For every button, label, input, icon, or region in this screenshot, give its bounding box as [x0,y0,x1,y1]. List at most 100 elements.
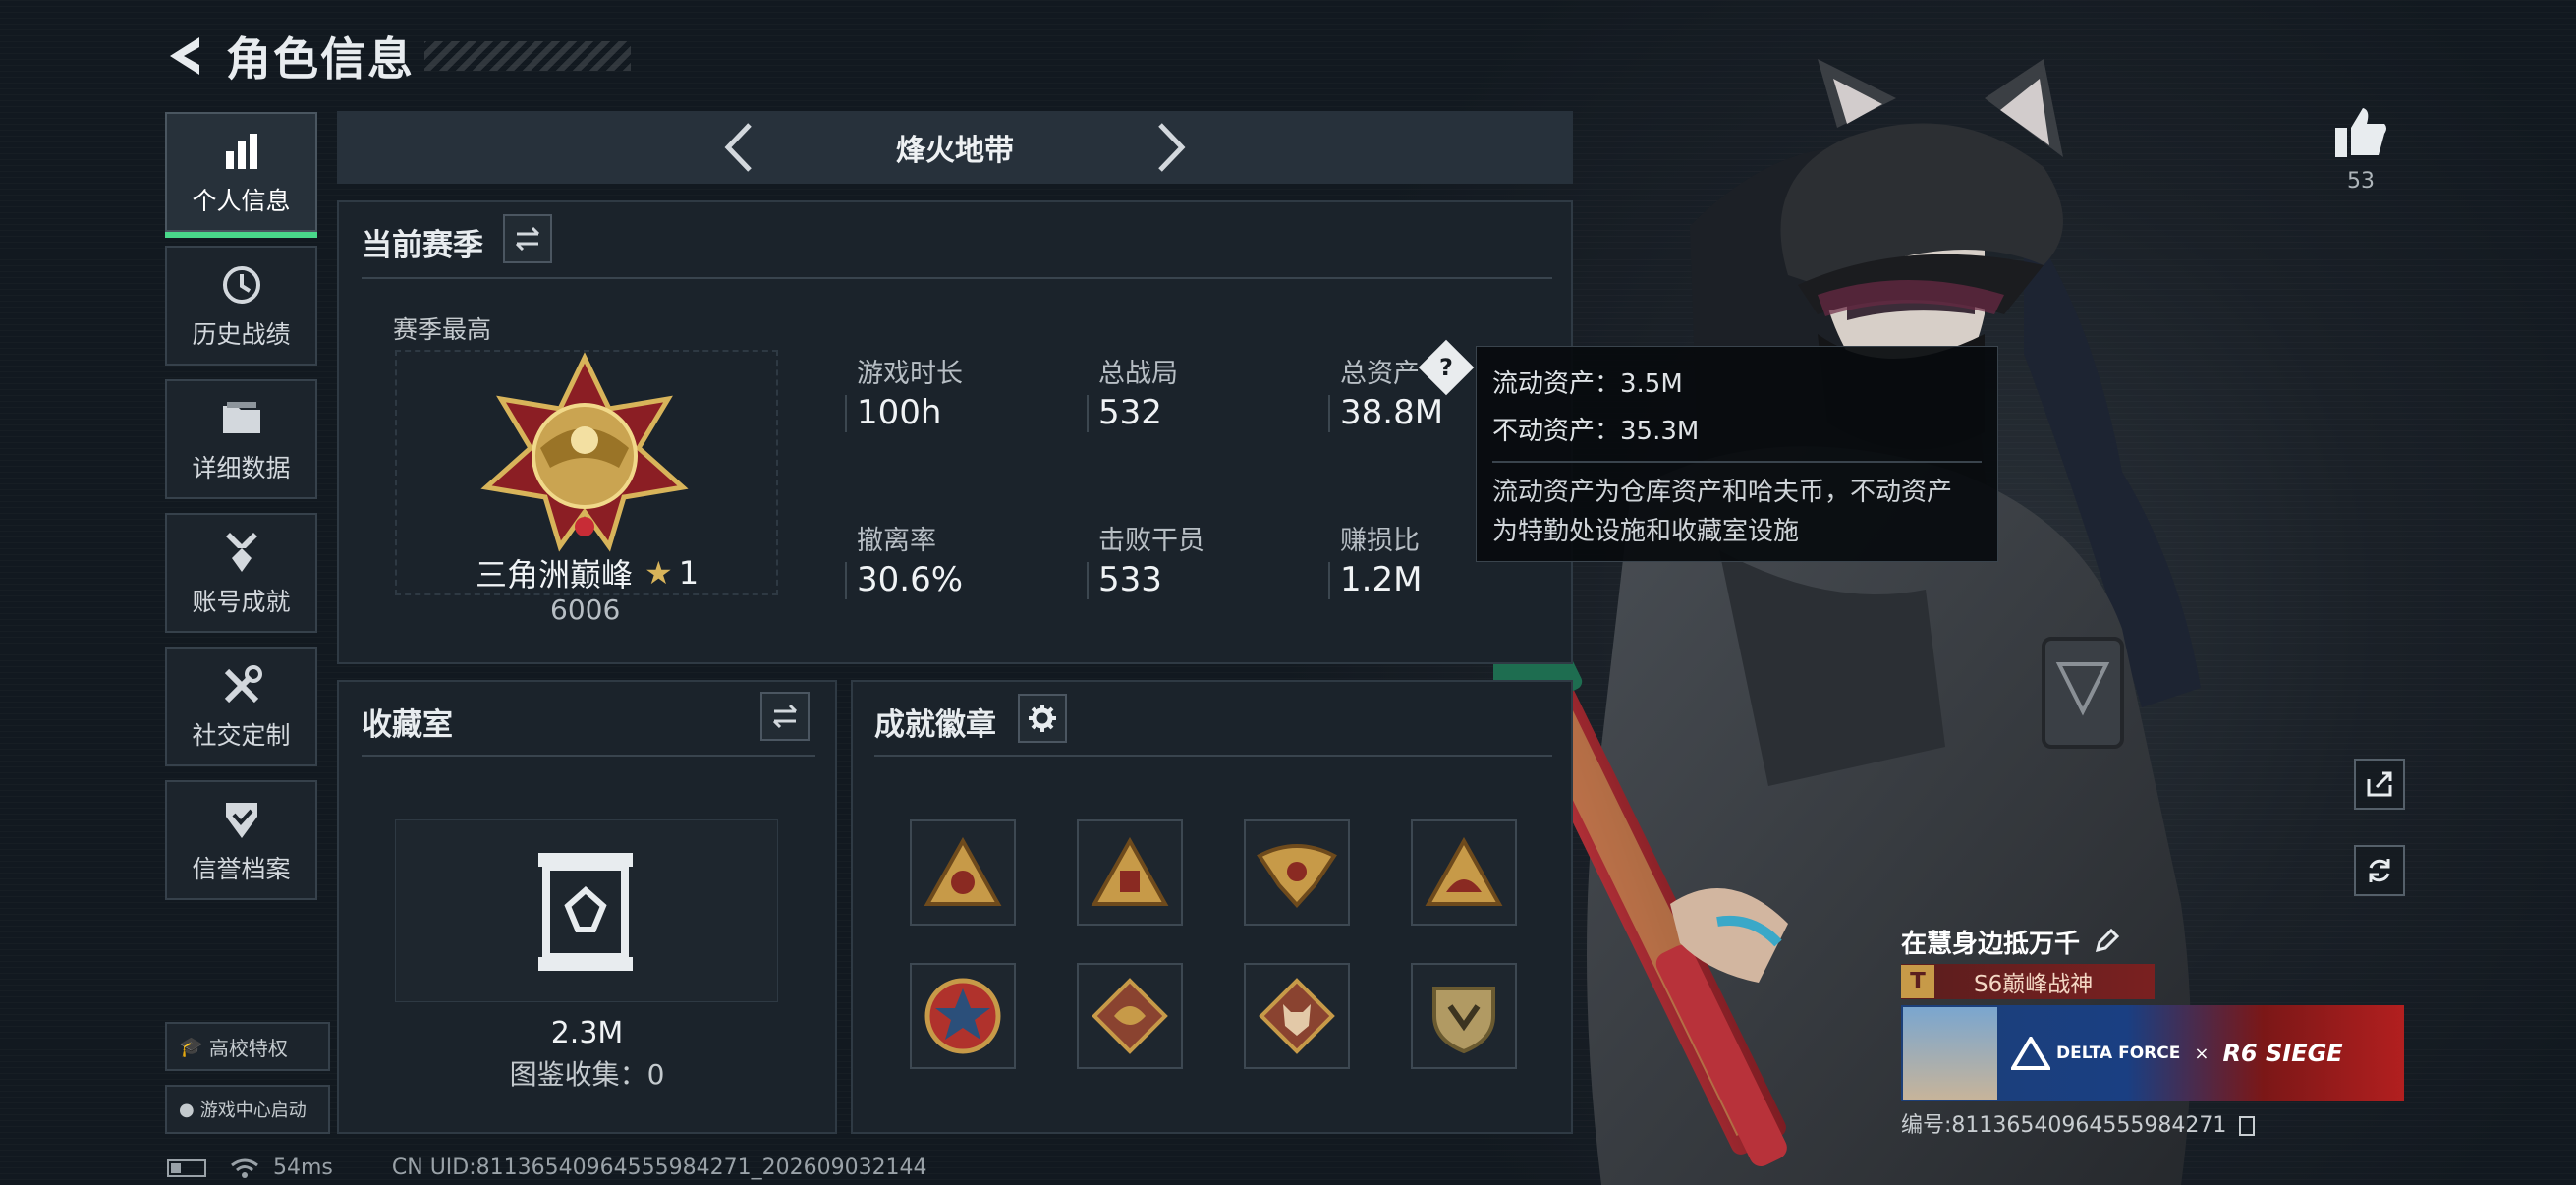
campus-privilege-button[interactable]: 🎓 高校特权 [165,1022,330,1071]
collection-switch-button[interactable] [760,692,810,741]
refresh-icon [2369,859,2390,882]
banner-x: × [2194,1043,2210,1064]
like-count: 53 [2347,169,2375,194]
swap-icon [772,704,798,729]
rank-name: 三角洲巅峰 [476,556,634,593]
badge-slot[interactable] [910,819,1016,926]
swap-icon [515,226,540,252]
chevron-left-icon [724,123,752,172]
dragon-badge-icon [1092,978,1168,1054]
sidebar-item-history[interactable]: 历史战绩 [165,246,317,366]
triangle-badge-icon [924,837,1002,906]
penguin-icon: ● [179,1099,195,1120]
stat-divider [845,395,847,432]
sidebar-item-label: 历史战绩 [192,320,291,349]
sidebar-item-achievements[interactable]: 账号成就 [165,513,317,633]
tools-icon [217,661,266,710]
badge-slot[interactable] [1244,819,1350,926]
sidebar-item-detailed-data[interactable]: 详细数据 [165,379,317,499]
sidebar-item-label: 信誉档案 [192,855,291,883]
stat-value-matches: 532 [1098,393,1162,432]
status-bar: 54ms CN UID:81136540964555984271_2026090… [167,1156,927,1180]
header-bar: 角色信息 [157,22,631,90]
game-center-button[interactable]: ● 游戏中心启动 [165,1085,330,1134]
title-decoration [424,41,631,71]
sidebar-item-personal-info[interactable]: 个人信息 [165,112,317,238]
like-button[interactable]: 53 [2330,106,2391,194]
chevron-right-icon [1158,123,1186,172]
question-icon: ? [1439,353,1453,381]
title-tag-label: S6巅峰战神 [1974,972,2094,997]
stat-label-profit-ratio: 赚损比 [1340,526,1420,556]
shield-badge-icon [1432,987,1495,1054]
player-name: 在慧身边抵万千 [1901,929,2081,959]
sidebar-item-label: 个人信息 [192,187,291,215]
folder-icon [217,394,266,443]
stat-value-playtime: 100h [857,393,942,432]
badges-settings-button[interactable] [1018,694,1067,743]
stat-divider [1087,395,1089,432]
badge-slot[interactable] [1077,963,1183,1069]
school-icon: 🎓 [179,1035,203,1058]
eagle-badge-icon [1257,844,1337,908]
next-mode-button[interactable] [1151,118,1191,177]
badge-slot[interactable] [910,963,1016,1069]
ping: 54ms [273,1156,333,1180]
prev-mode-button[interactable] [719,118,758,177]
share-button[interactable] [2354,759,2405,810]
page-title: 角色信息 [226,32,415,85]
thumbs-up-icon [2335,108,2386,157]
sidebar-item-social[interactable]: 社交定制 [165,647,317,766]
share-icon [2367,771,2392,797]
rank-name-row: 三角洲巅峰 ★ 1 [476,550,699,595]
stat-value-extract-rate: 30.6% [857,560,964,599]
edit-icon[interactable] [2094,929,2120,954]
back-button[interactable] [157,27,216,85]
season-switch-button[interactable] [503,214,552,263]
season-title: 当前赛季 [362,228,483,263]
copy-icon[interactable] [2239,1116,2256,1136]
rank-score: 6006 [550,593,621,626]
sidebar-item-label: 账号成就 [192,588,291,616]
game-center-label: 游戏中心启动 [199,1100,307,1121]
wolf-badge-icon [1259,978,1335,1054]
stat-label-kills: 击败干员 [1098,526,1204,556]
badge-slot[interactable] [1244,963,1350,1069]
refresh-button[interactable] [2354,845,2405,896]
season-best-label: 赛季最高 [393,315,492,344]
history-clock-icon [217,260,266,310]
tooltip-desc-line2: 为特勤处设施和收藏室设施 [1492,517,1800,546]
stat-value-assets: 38.8M [1340,393,1444,432]
badge-slot[interactable] [1411,963,1517,1069]
rank-emblem-icon [480,352,689,552]
player-name-row: 在慧身边抵万千 [1901,919,2404,964]
stat-label-playtime: 游戏时长 [857,359,963,389]
tooltip-fixed-assets: 不动资产：35.3M [1492,417,1700,446]
triangle-badge-icon [1425,837,1503,906]
tooltip-divider [1492,461,1982,463]
mode-selector: 烽火地带 [337,111,1573,184]
avatar [1903,1007,1997,1100]
stat-value-profit-ratio: 1.2M [1340,560,1423,599]
badge-slot[interactable] [1077,819,1183,926]
rank-stars: 1 [678,554,700,592]
player-uid-row: 编号:81136540964555984271 [1901,1107,2404,1139]
wifi-icon [231,1158,258,1178]
title-tag: T S6巅峰战神 [1901,964,2155,999]
collection-title: 收藏室 [362,707,453,743]
stat-label-extract-rate: 撤离率 [857,526,936,556]
badge-slot[interactable] [1411,819,1517,926]
sidebar-item-reputation[interactable]: 信誉档案 [165,780,317,900]
tooltip-liquid-assets: 流动资产：3.5M [1492,369,1683,399]
banner-brand-delta: DELTA FORCE [2056,1044,2181,1063]
player-uid: 编号:81136540964555984271 [1901,1113,2227,1138]
stat-label-assets: 总资产 [1340,359,1420,389]
display-case-icon [538,853,633,971]
bar-chart-icon [217,127,266,176]
player-card[interactable]: 在慧身边抵万千 T S6巅峰战神 DELTA FORCE × R6 SIEGE … [1901,919,2404,1139]
back-arrow-icon [170,37,199,75]
divider [874,755,1552,757]
collection-value: 2.3M [550,1016,624,1050]
mode-title: 烽火地带 [896,134,1014,168]
campus-privilege-label: 高校特权 [208,1036,288,1060]
